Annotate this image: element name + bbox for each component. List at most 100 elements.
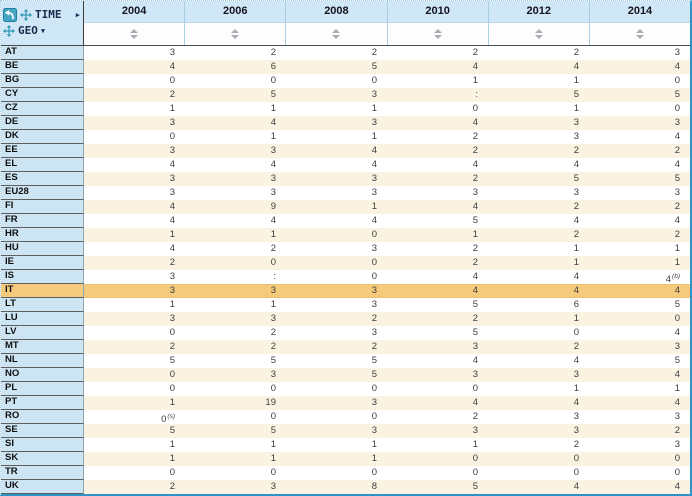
sort-down-arrow[interactable] bbox=[534, 34, 543, 39]
data-cell: 1 bbox=[185, 298, 286, 312]
table-row[interactable]: TR 0 0 0 0 0 0 bbox=[1, 466, 690, 480]
table-row[interactable]: SE 5 5 3 3 3 2 bbox=[1, 424, 690, 438]
table-row[interactable]: FR 4 4 4 5 4 4 bbox=[1, 214, 690, 228]
data-cell: 1 bbox=[84, 298, 185, 312]
table-row[interactable]: HU 4 2 3 2 1 1 bbox=[1, 242, 690, 256]
data-cell: 4 bbox=[185, 214, 286, 228]
data-cell: 1 bbox=[488, 382, 589, 396]
sort-row bbox=[84, 23, 185, 44]
sort-icon[interactable] bbox=[534, 28, 543, 39]
data-cell: 0 bbox=[387, 466, 488, 480]
sort-icon[interactable] bbox=[332, 28, 341, 39]
data-cell: 2 bbox=[84, 480, 185, 494]
data-cell: 5 bbox=[84, 424, 185, 438]
data-cell: 3 bbox=[387, 340, 488, 354]
data-cell: 1 bbox=[589, 382, 690, 396]
chevron-down-icon[interactable]: ▼ bbox=[41, 24, 45, 38]
table-row[interactable]: EL 4 4 4 4 4 4 bbox=[1, 158, 690, 172]
table-row[interactable]: LV 0 2 3 5 0 4 bbox=[1, 326, 690, 340]
data-cell: 4 bbox=[488, 270, 589, 284]
data-cell: 0 bbox=[286, 466, 387, 480]
table-row[interactable]: PT 1 19 3 4 4 4 bbox=[1, 396, 690, 410]
data-cell: 5 bbox=[589, 354, 690, 368]
data-cell: 1 bbox=[185, 102, 286, 116]
geo-cell: TR bbox=[1, 466, 84, 480]
sort-down-arrow[interactable] bbox=[130, 34, 139, 39]
data-cell: 0 bbox=[286, 270, 387, 284]
table-row[interactable]: SK 1 1 1 0 0 0 bbox=[1, 452, 690, 466]
geo-cell: NL bbox=[1, 354, 84, 368]
table-row[interactable]: SI 1 1 1 1 2 3 bbox=[1, 438, 690, 452]
table-row[interactable]: DE 3 4 3 4 3 3 bbox=[1, 116, 690, 130]
sort-up-arrow[interactable] bbox=[534, 28, 543, 33]
table-row[interactable]: NL 5 5 5 4 4 5 bbox=[1, 354, 690, 368]
table-row[interactable]: CY 2 5 3:5 5 bbox=[1, 88, 690, 102]
sort-icon[interactable] bbox=[231, 28, 240, 39]
data-cell: 5 bbox=[387, 298, 488, 312]
data-cell: 0 bbox=[185, 256, 286, 270]
sort-down-arrow[interactable] bbox=[332, 34, 341, 39]
table-row[interactable]: EE 3 3 4 2 2 2 bbox=[1, 144, 690, 158]
table-row[interactable]: EU28 3 3 3 3 3 3 bbox=[1, 186, 690, 200]
sort-icon[interactable] bbox=[433, 28, 442, 39]
data-cell: 4 bbox=[84, 214, 185, 228]
table-row[interactable]: UK 2 3 8 5 4 4 bbox=[1, 480, 690, 494]
table-row[interactable]: DK 0 1 1 2 3 4 bbox=[1, 130, 690, 144]
sort-down-arrow[interactable] bbox=[635, 34, 644, 39]
sort-up-arrow[interactable] bbox=[635, 28, 644, 33]
sort-up-arrow[interactable] bbox=[332, 28, 341, 33]
data-cell: 0 bbox=[589, 102, 690, 116]
sort-down-arrow[interactable] bbox=[231, 34, 240, 39]
sort-icon[interactable] bbox=[635, 28, 644, 39]
data-cell: 0 bbox=[286, 228, 387, 242]
geo-cell: BE bbox=[1, 60, 84, 74]
geo-cell: SK bbox=[1, 452, 84, 466]
data-cell: 0 bbox=[286, 256, 387, 270]
data-cell: 3 bbox=[286, 298, 387, 312]
data-cell: 0 bbox=[185, 410, 286, 424]
data-cell: 0 bbox=[286, 382, 387, 396]
sort-down-arrow[interactable] bbox=[433, 34, 442, 39]
move-icon[interactable] bbox=[20, 9, 32, 21]
table-row[interactable]: ES 3 3 3 2 5 5 bbox=[1, 172, 690, 186]
arrow-right-icon[interactable]: ▶ bbox=[76, 8, 80, 22]
data-cell: 3 bbox=[589, 46, 690, 60]
geo-cell: RO bbox=[1, 410, 84, 424]
pivot-icon[interactable] bbox=[3, 8, 17, 22]
table-row[interactable]: RO 0(s) 0 0 2 3 3 bbox=[1, 410, 690, 424]
table-row[interactable]: HR 1 1 0 1 2 2 bbox=[1, 228, 690, 242]
data-cell: 0 bbox=[589, 312, 690, 326]
table-row[interactable]: NO 0 3 5 3 3 4 bbox=[1, 368, 690, 382]
data-cell: 5 bbox=[387, 480, 488, 494]
geo-cell: FI bbox=[1, 200, 84, 214]
sort-up-arrow[interactable] bbox=[433, 28, 442, 33]
data-cell: 2 bbox=[387, 130, 488, 144]
year-label: 2006 bbox=[185, 1, 286, 23]
table-row[interactable]: AT 3 2 2 2 2 3 bbox=[1, 46, 690, 60]
table-row[interactable]: IT 3 3 3 4 4 4 bbox=[1, 284, 690, 298]
move-icon[interactable] bbox=[3, 25, 15, 37]
table-row[interactable]: MT 2 2 2 3 2 3 bbox=[1, 340, 690, 354]
data-cell: 2 bbox=[387, 172, 488, 186]
sort-up-arrow[interactable] bbox=[231, 28, 240, 33]
data-cell: 4 bbox=[387, 158, 488, 172]
table-row[interactable]: FI 4 9 1 4 2 2 bbox=[1, 200, 690, 214]
table-row[interactable]: IE 2 0 0 2 1 1 bbox=[1, 256, 690, 270]
data-cell: 2 bbox=[185, 242, 286, 256]
data-cell: 1 bbox=[84, 438, 185, 452]
year-column-header: 2010 bbox=[386, 1, 488, 45]
sort-icon[interactable] bbox=[130, 28, 139, 39]
data-cell: : bbox=[387, 88, 488, 102]
table-row[interactable]: CZ 1 1 1 0 1 0 bbox=[1, 102, 690, 116]
data-cell: 1 bbox=[488, 256, 589, 270]
table-row[interactable]: PL 0 0 0 0 1 1 bbox=[1, 382, 690, 396]
table-row[interactable]: BE 4 6 5 4 4 4 bbox=[1, 60, 690, 74]
data-cell: 5 bbox=[589, 298, 690, 312]
geo-cell: IT bbox=[1, 284, 84, 298]
table-row[interactable]: BG 0 0 0 1 1 0 bbox=[1, 74, 690, 88]
table-row[interactable]: LU 3 3 2 2 1 0 bbox=[1, 312, 690, 326]
sort-up-arrow[interactable] bbox=[130, 28, 139, 33]
table-row[interactable]: LT 1 1 3 5 6 5 bbox=[1, 298, 690, 312]
data-cell: 4 bbox=[589, 214, 690, 228]
table-row[interactable]: IS 3:0 4 4 4(b) bbox=[1, 270, 690, 284]
